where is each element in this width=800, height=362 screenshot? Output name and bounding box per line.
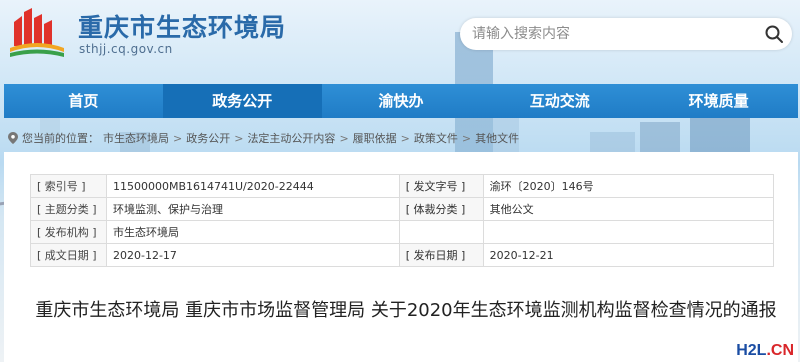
breadcrumb-link[interactable]: 市生态环境局 (103, 130, 169, 146)
table-row: [ 发布机构 ] 市生态环境局 (30, 220, 775, 244)
meta-value: 渝环〔2020〕146号 (482, 174, 775, 198)
breadcrumb-link[interactable]: 履职依据 (353, 130, 397, 146)
table-row: [ 成文日期 ] 2020-12-17 [ 发布日期 ] 2020-12-21 (30, 243, 775, 267)
breadcrumb-link[interactable]: 法定主动公开内容 (247, 130, 335, 146)
site-title[interactable]: 重庆市生态环境局 (78, 8, 286, 44)
breadcrumb-separator: > (461, 131, 472, 145)
meta-key: [ 成文日期 ] (30, 243, 107, 267)
breadcrumb-separator: > (234, 131, 244, 145)
watermark-part: .CN (766, 342, 794, 359)
breadcrumb-prefix: 您当前的位置： (22, 132, 99, 145)
main-nav: 首页 政务公开 渝快办 互动交流 环境质量 (4, 84, 798, 118)
meta-key: [ 发布日期 ] (398, 243, 484, 267)
meta-value: 其他公文 (482, 197, 775, 221)
meta-key: [ 体裁分类 ] (398, 197, 484, 221)
search-input[interactable] (472, 24, 752, 44)
meta-value: 市生态环境局 (105, 220, 400, 244)
meta-value (482, 220, 775, 244)
breadcrumb-link[interactable]: 其他文件 (475, 130, 519, 146)
site-domain: sthjj.cq.gov.cn (79, 42, 173, 56)
nav-item-yukuaiban[interactable]: 渝快办 (322, 84, 481, 118)
breadcrumb-separator: > (173, 131, 183, 145)
meta-key: [ 主题分类 ] (30, 197, 107, 221)
breadcrumb-separator: > (400, 131, 410, 145)
nav-item-government-affairs[interactable]: 政务公开 (162, 84, 322, 118)
breadcrumb: 您当前的位置： 市生态环境局 > 政务公开 > 法定主动公开内容 > 履职依据 … (8, 130, 519, 146)
content-panel: [ 索引号 ] 11500000MB1614741U/2020-22444 [ … (4, 152, 798, 362)
watermark-part: H2L (736, 342, 767, 359)
nav-item-home[interactable]: 首页 (4, 84, 163, 118)
nav-item-interaction[interactable]: 互动交流 (480, 84, 639, 118)
meta-value: 11500000MB1614741U/2020-22444 (105, 174, 400, 198)
table-row: [ 索引号 ] 11500000MB1614741U/2020-22444 [ … (30, 174, 775, 198)
meta-value: 环境监测、保护与治理 (105, 197, 400, 221)
meta-key: [ 索引号 ] (30, 174, 107, 198)
site-logo[interactable] (6, 6, 68, 58)
meta-value: 2020-12-17 (105, 243, 400, 267)
meta-key: [ 发布机构 ] (30, 220, 107, 244)
location-pin-icon (8, 132, 18, 144)
breadcrumb-link[interactable]: 政策文件 (414, 130, 458, 146)
meta-value: 2020-12-21 (482, 243, 775, 267)
watermark-logo: H2L.CN (736, 342, 794, 360)
search-icon[interactable] (764, 24, 784, 44)
document-metadata-table: [ 索引号 ] 11500000MB1614741U/2020-22444 [ … (30, 174, 775, 267)
breadcrumb-link[interactable]: 政务公开 (186, 130, 230, 146)
nav-item-environment-quality[interactable]: 环境质量 (639, 84, 798, 118)
document-title: 重庆市生态环境局 重庆市市场监督管理局 关于2020年生态环境监测机构监督检查情… (35, 300, 777, 321)
breadcrumb-separator: > (339, 131, 349, 145)
table-row: [ 主题分类 ] 环境监测、保护与治理 [ 体裁分类 ] 其他公文 (30, 197, 775, 221)
meta-key (398, 220, 484, 244)
meta-key: [ 发文字号 ] (398, 174, 484, 198)
search-box (460, 18, 792, 50)
